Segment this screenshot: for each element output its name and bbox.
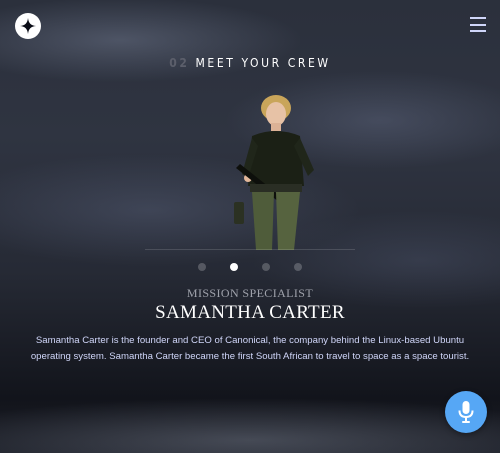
carousel-dot-3[interactable] [262, 263, 270, 271]
hamburger-menu-icon[interactable] [470, 17, 486, 32]
voice-input-button[interactable] [445, 391, 487, 433]
section-number: 02 [169, 56, 190, 70]
carousel-dot-2-active[interactable] [230, 263, 238, 271]
crew-member-image [234, 95, 314, 250]
crew-role: MISSION SPECIALIST [186, 286, 314, 300]
carousel-dot-4[interactable] [294, 263, 302, 271]
star-logo-icon [20, 18, 36, 34]
microphone-icon [458, 401, 474, 423]
menu-bar [470, 30, 486, 32]
crew-name: SAMANTHA CARTER [155, 302, 345, 323]
crew-carousel-dots [0, 263, 500, 271]
menu-bar [470, 23, 486, 26]
image-divider [145, 249, 355, 250]
section-heading: 02 MEET YOUR CREW [0, 56, 500, 70]
section-title: MEET YOUR CREW [195, 56, 331, 70]
logo[interactable] [15, 13, 41, 39]
carousel-dot-1[interactable] [198, 263, 206, 271]
menu-bar [470, 17, 486, 19]
crew-bio: Samantha Carter is the founder and CEO o… [30, 335, 470, 362]
